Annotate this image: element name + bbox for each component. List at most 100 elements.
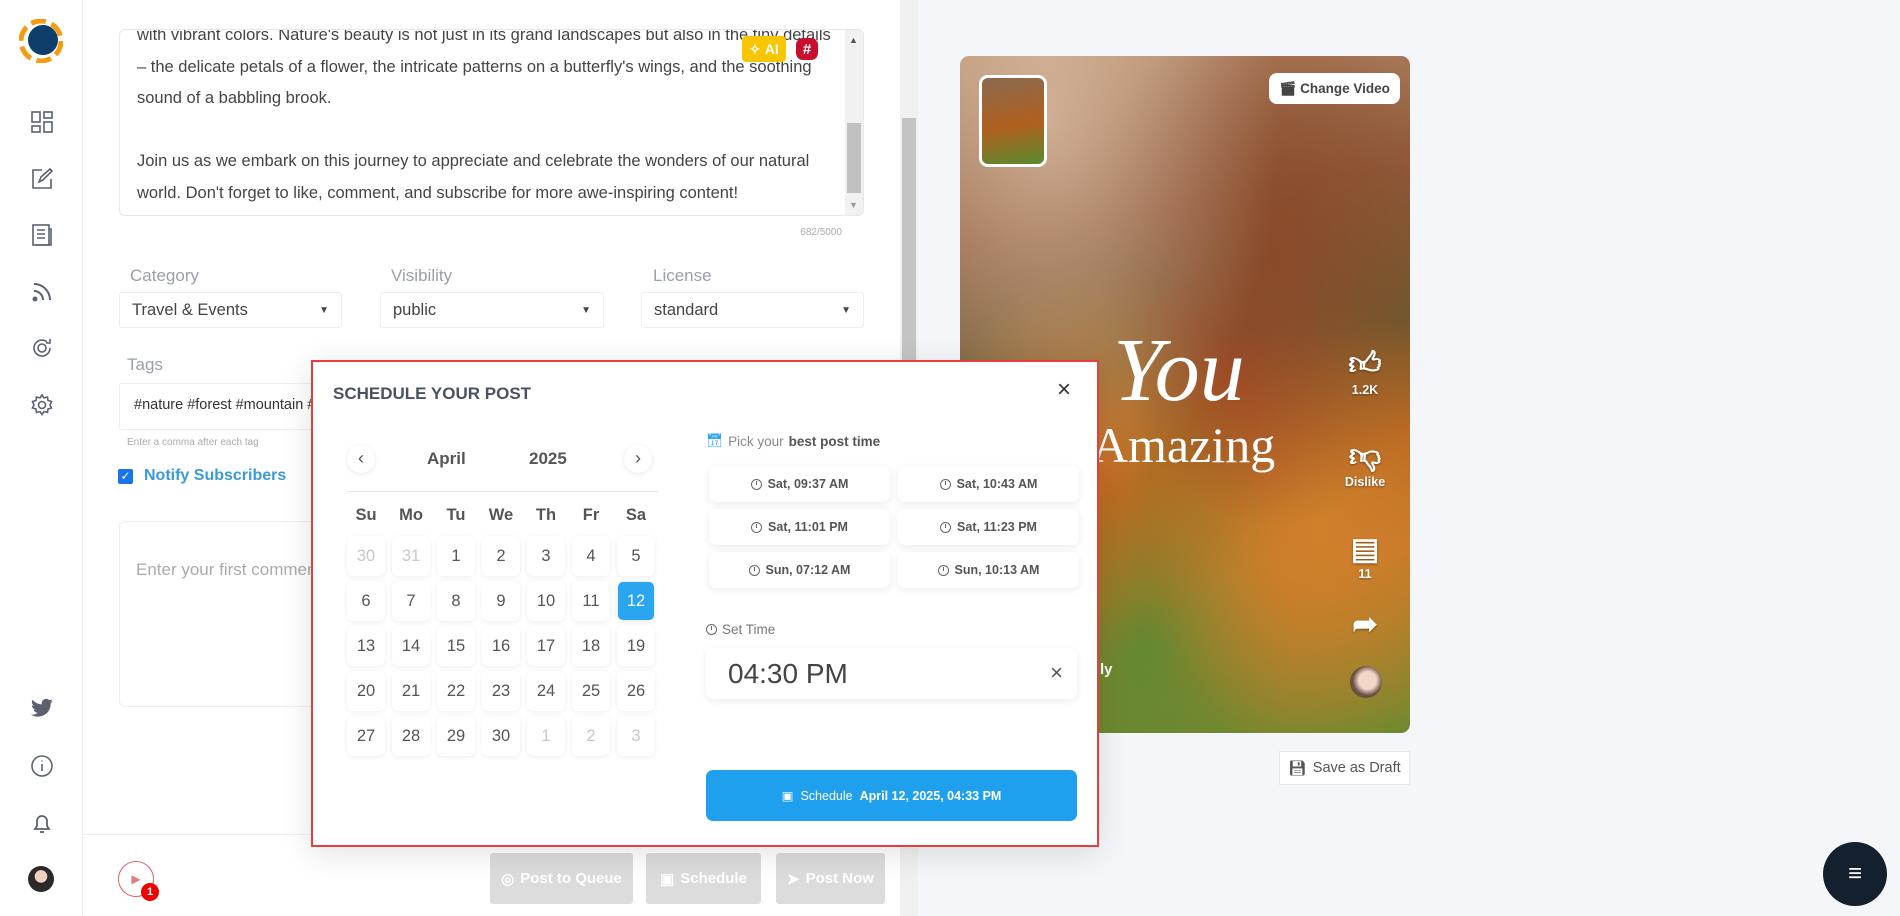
best-time-button[interactable]: Sun, 10:13 AM <box>898 552 1079 588</box>
calendar-day[interactable]: 10 <box>527 581 565 621</box>
info-icon[interactable] <box>27 751 57 781</box>
calendar-day[interactable]: 17 <box>527 626 565 666</box>
calendar-day[interactable]: 1 <box>527 716 565 756</box>
video-thumbnail[interactable] <box>979 75 1047 167</box>
post-now-button[interactable]: ➤ Post Now <box>776 853 885 904</box>
schedule-footer-button[interactable]: ▣ Schedule <box>646 853 761 904</box>
notify-label[interactable]: Notify Subscribers <box>144 467 286 485</box>
calendar-day[interactable]: 2 <box>572 716 610 756</box>
calendar-day[interactable]: 27 <box>347 716 385 756</box>
dislike-button[interactable]: 👎︎ Dislike <box>1340 436 1390 489</box>
save-draft-button[interactable]: 💾︎ Save as Draft <box>1279 751 1410 785</box>
best-time-button[interactable]: Sat, 10:43 AM <box>898 466 1079 502</box>
weekday-header: We <box>488 506 514 524</box>
weekday-header: Tu <box>446 506 466 524</box>
clear-time-icon[interactable]: × <box>1050 660 1063 686</box>
calendar-day[interactable]: 18 <box>572 626 610 666</box>
ai-assist-button[interactable]: ✧ AI <box>742 36 786 62</box>
sparkle-icon: ✧ <box>749 40 761 57</box>
calendar-day[interactable]: 25 <box>572 671 610 711</box>
clock-icon <box>937 564 949 576</box>
close-icon[interactable]: × <box>1057 376 1071 404</box>
calendar-day[interactable]: 3 <box>527 536 565 576</box>
prev-month-button[interactable]: ‹ <box>347 445 375 473</box>
thumbs-down-icon: 👎︎ <box>1348 437 1382 473</box>
best-time-button[interactable]: Sat, 11:01 PM <box>709 509 890 545</box>
category-select[interactable]: Travel & Events ▼ <box>119 292 342 328</box>
best-time-button[interactable]: Sat, 11:23 PM <box>898 509 1079 545</box>
post-to-queue-button[interactable]: ◎ Post to Queue <box>490 853 633 904</box>
channel-name: ly <box>1100 661 1113 678</box>
clock-icon <box>940 521 952 533</box>
overlay-text-line1: You <box>1113 321 1245 420</box>
best-time-button[interactable]: Sun, 07:12 AM <box>709 552 890 588</box>
description-text: with vibrant colors. Nature's beauty is … <box>137 29 831 202</box>
feed-icon[interactable] <box>27 277 57 307</box>
calendar-clock-icon: ▣ <box>781 789 794 803</box>
clock-icon <box>706 624 717 635</box>
channel-avatar[interactable] <box>1350 666 1382 698</box>
hashtag-icon[interactable]: # <box>796 38 818 60</box>
calendar-day[interactable]: 21 <box>392 671 430 711</box>
calendar-day[interactable]: 20 <box>347 671 385 711</box>
change-video-button[interactable]: 🎬︎ Change Video <box>1269 73 1400 104</box>
caret-down-icon: ▼ <box>581 304 591 316</box>
calendar-day[interactable]: 30 <box>482 716 520 756</box>
calendar-day[interactable]: 19 <box>617 626 655 666</box>
calendar-day[interactable]: 9 <box>482 581 520 621</box>
calendar-day[interactable]: 26 <box>617 671 655 711</box>
calendar-day[interactable]: 4 <box>572 536 610 576</box>
time-input[interactable]: 04:30 PM × <box>706 648 1077 699</box>
settings-icon[interactable] <box>27 390 57 420</box>
calendar-day[interactable]: 23 <box>482 671 520 711</box>
calendar-day[interactable]: 28 <box>392 716 430 756</box>
calendar-day[interactable]: 31 <box>392 536 430 576</box>
calendar-day[interactable]: 13 <box>347 626 385 666</box>
calendar-day[interactable]: 30 <box>347 536 385 576</box>
twitter-icon[interactable] <box>27 694 57 724</box>
calendar-day[interactable]: 22 <box>437 671 475 711</box>
calendar-day[interactable]: 5 <box>617 536 655 576</box>
calendar-day[interactable]: 8 <box>437 581 475 621</box>
avatar[interactable] <box>28 866 54 892</box>
send-icon: ➤ <box>787 870 800 888</box>
calendar-day[interactable]: 3 <box>617 716 655 756</box>
posts-icon[interactable] <box>27 220 57 250</box>
compose-icon[interactable] <box>27 164 57 194</box>
calendar-day[interactable]: 2 <box>482 536 520 576</box>
schedule-modal: SCHEDULE YOUR POST × ‹ April 2025 › Su Mo… <box>311 360 1099 847</box>
bell-icon[interactable] <box>27 808 57 838</box>
menu-fab-hamburger-icon[interactable]: ≡ <box>1823 842 1887 906</box>
calendar-day[interactable]: 6 <box>347 581 385 621</box>
thumbs-up-icon: 👍︎ <box>1348 345 1382 381</box>
share-icon[interactable]: ➦ <box>1345 607 1385 642</box>
next-month-button[interactable]: › <box>624 445 652 473</box>
clock-icon <box>748 564 760 576</box>
month-select[interactable]: April <box>427 449 466 469</box>
notify-checkbox[interactable]: ✓ <box>118 469 133 484</box>
calendar-day[interactable]: 11 <box>572 581 610 621</box>
calendar-day[interactable]: 24 <box>527 671 565 711</box>
schedule-submit-button[interactable]: ▣ Schedule April 12, 2025, 04:33 PM <box>706 770 1077 821</box>
calendar-day[interactable]: 12 <box>617 581 655 621</box>
calendar-day[interactable]: 15 <box>437 626 475 666</box>
calendar-day[interactable]: 16 <box>482 626 520 666</box>
calendar-clock-icon: ▣ <box>660 870 675 888</box>
license-label: License <box>653 266 712 285</box>
visibility-select[interactable]: public ▼ <box>380 292 604 328</box>
calendar-day[interactable]: 1 <box>437 536 475 576</box>
char-counter: 682/5000 <box>800 227 842 238</box>
calendar-day[interactable]: 14 <box>392 626 430 666</box>
year-select[interactable]: 2025 <box>529 449 567 469</box>
calendar-day[interactable]: 29 <box>437 716 475 756</box>
app-logo[interactable] <box>18 18 64 64</box>
notification-badge: 1 <box>141 883 159 901</box>
comments-button[interactable]: ▤ 11 <box>1345 532 1385 581</box>
queue-icon[interactable] <box>27 333 57 363</box>
textarea-scrollbar[interactable]: ▲ ▼ <box>845 30 863 215</box>
calendar-day[interactable]: 7 <box>392 581 430 621</box>
best-time-button[interactable]: Sat, 09:37 AM <box>709 466 890 502</box>
like-button[interactable]: 👍︎ 1.2K <box>1345 344 1385 397</box>
dashboard-icon[interactable] <box>27 107 57 137</box>
license-select[interactable]: standard ▼ <box>641 292 864 328</box>
